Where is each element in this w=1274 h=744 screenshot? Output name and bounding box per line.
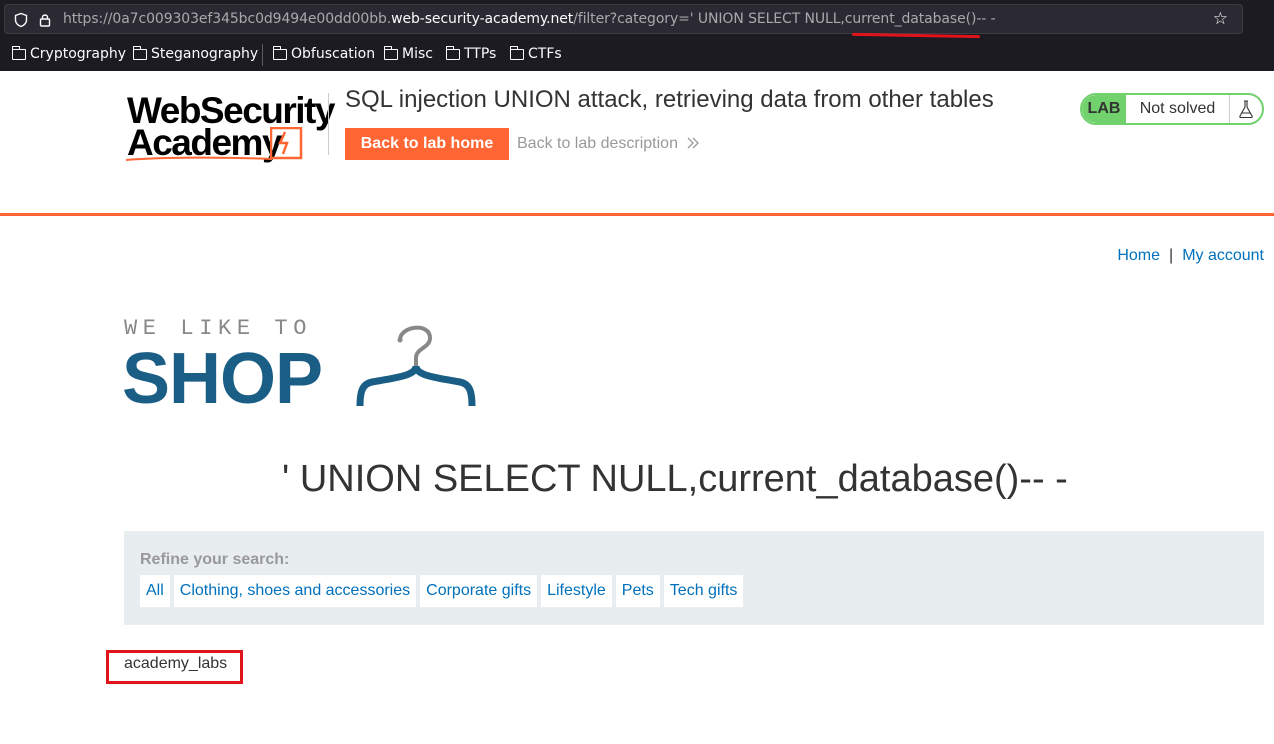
lab-status-text: Not solved	[1126, 95, 1230, 123]
folder-icon	[383, 45, 398, 60]
double-chevron-right-icon	[687, 137, 700, 149]
back-to-lab-description-link[interactable]: Back to lab description	[517, 135, 700, 153]
url-prefix: https://0a7c009303ef345bc0d9494e00dd00bb…	[63, 11, 392, 27]
filter-tech-gifts[interactable]: Tech gifts	[663, 575, 744, 607]
filter-list: All Clothing, shoes and accessories Corp…	[140, 575, 744, 607]
folder-icon	[11, 45, 26, 60]
bookmark-obfuscation[interactable]: Obfuscation	[272, 45, 376, 62]
bookmark-misc[interactable]: Misc	[383, 45, 433, 62]
annotation-highlight-box	[106, 650, 243, 684]
bookmark-steganography[interactable]: Steganography	[132, 45, 259, 62]
bookmark-label: CTFs	[528, 46, 562, 62]
back-to-lab-home-button[interactable]: Back to lab home	[345, 128, 509, 160]
browser-chrome: https://0a7c009303ef345bc0d9494e00dd00bb…	[0, 0, 1274, 71]
nav-separator: |	[1169, 247, 1174, 264]
flask-icon	[1230, 95, 1262, 123]
refine-label: Refine your search:	[140, 551, 290, 568]
logo-underline-icon	[125, 156, 273, 161]
shop-wordmark: SHOP	[122, 339, 323, 419]
url-host: web-security-academy.net	[391, 11, 574, 27]
filter-clothing[interactable]: Clothing, shoes and accessories	[173, 575, 417, 607]
filter-corporate-gifts[interactable]: Corporate gifts	[420, 575, 538, 607]
bookmark-star-icon[interactable]: ☆	[1213, 9, 1228, 29]
lab-badge: LAB	[1082, 95, 1126, 123]
bookmarks-bar: Cryptography Steganography Obfuscation M…	[0, 40, 1274, 70]
lab-header: WebSecurity Academy SQL injection UNION …	[0, 71, 1274, 216]
academy-logo-mark-icon	[270, 127, 303, 160]
back-description-label: Back to lab description	[517, 135, 678, 152]
folder-icon	[132, 45, 147, 60]
filter-pets[interactable]: Pets	[615, 575, 660, 607]
top-nav: Home | My account	[1117, 247, 1264, 265]
hanger-icon	[356, 325, 476, 407]
folder-icon	[445, 45, 460, 60]
bookmark-cryptography[interactable]: Cryptography	[11, 45, 127, 62]
my-account-link[interactable]: My account	[1182, 247, 1264, 264]
bookmark-label: Steganography	[151, 46, 259, 62]
logo-divider	[328, 93, 329, 155]
url-path: /filter?category=' UNION SELECT NULL,cur…	[573, 11, 996, 27]
filter-all[interactable]: All	[140, 575, 170, 607]
bookmark-label: Obfuscation	[291, 46, 376, 62]
lab-status-widget: LAB Not solved	[1080, 93, 1264, 125]
url-text[interactable]: https://0a7c009303ef345bc0d9494e00dd00bb…	[63, 11, 996, 27]
bookmark-label: Cryptography	[30, 46, 127, 62]
bookmarks-divider	[262, 44, 263, 66]
bookmark-ctfs[interactable]: CTFs	[509, 45, 562, 62]
lab-title: SQL injection UNION attack, retrieving d…	[345, 86, 994, 113]
shield-icon[interactable]	[13, 12, 29, 28]
bookmark-label: Misc	[402, 46, 433, 62]
lock-icon[interactable]	[37, 12, 53, 28]
filter-lifestyle[interactable]: Lifestyle	[541, 575, 612, 607]
bookmark-label: TTPs	[464, 46, 497, 62]
category-heading: ' UNION SELECT NULL,current_database()--…	[282, 458, 1068, 500]
folder-icon	[509, 45, 524, 60]
bookmark-ttps[interactable]: TTPs	[445, 45, 497, 62]
address-bar[interactable]: https://0a7c009303ef345bc0d9494e00dd00bb…	[4, 4, 1243, 34]
home-link[interactable]: Home	[1117, 247, 1160, 264]
folder-icon	[272, 45, 287, 60]
filter-panel: Refine your search: All Clothing, shoes …	[124, 531, 1264, 625]
